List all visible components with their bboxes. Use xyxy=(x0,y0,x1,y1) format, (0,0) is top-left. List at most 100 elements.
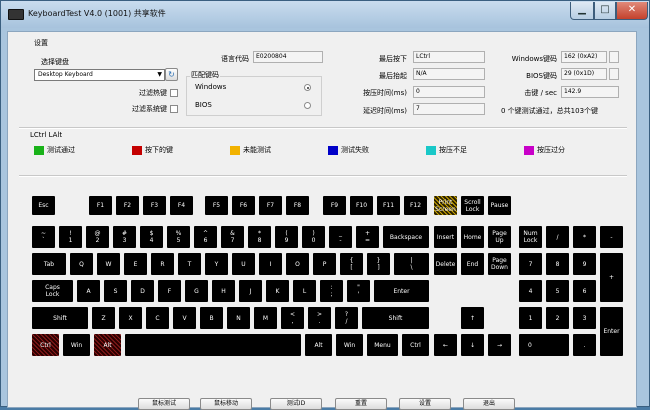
key-y[interactable]: Y xyxy=(205,253,228,275)
key-p[interactable]: P xyxy=(313,253,336,275)
key-semi[interactable]: : ; xyxy=(320,280,343,302)
key-pgup[interactable]: Page Up xyxy=(488,226,511,248)
key-n8[interactable]: 8 xyxy=(546,253,569,275)
key-lctrl[interactable]: Ctrl xyxy=(32,334,59,356)
key-f1[interactable]: F1 xyxy=(89,196,112,215)
key-c[interactable]: C xyxy=(146,307,169,329)
key-nminus[interactable]: - xyxy=(600,226,623,248)
key-o[interactable]: O xyxy=(286,253,309,275)
key-f[interactable]: F xyxy=(158,280,181,302)
key-nstar[interactable]: * xyxy=(573,226,596,248)
key-numlock[interactable]: Num Lock xyxy=(519,226,542,248)
key-d9[interactable]: ( 9 xyxy=(275,226,298,248)
key-left[interactable]: ← xyxy=(434,334,457,356)
key-pgdn[interactable]: Page Down xyxy=(488,253,511,275)
key-right[interactable]: → xyxy=(488,334,511,356)
key-d[interactable]: D xyxy=(131,280,154,302)
reset-button[interactable]: 重置 xyxy=(335,398,387,410)
key-ndot[interactable]: . xyxy=(573,334,596,356)
key-z[interactable]: Z xyxy=(92,307,115,329)
key-plus[interactable]: + = xyxy=(356,226,379,248)
key-e[interactable]: E xyxy=(124,253,147,275)
key-b[interactable]: B xyxy=(200,307,223,329)
key-w[interactable]: W xyxy=(97,253,120,275)
key-tilde[interactable]: ~ ` xyxy=(32,226,55,248)
maximize-button[interactable]: □ xyxy=(594,2,616,20)
key-nenter[interactable]: Enter xyxy=(600,307,623,356)
key-f8[interactable]: F8 xyxy=(286,196,309,215)
key-n6[interactable]: 6 xyxy=(573,280,596,302)
key-rwin[interactable]: Win xyxy=(336,334,363,356)
minimize-button[interactable]: ▁ xyxy=(570,2,594,20)
key-pause[interactable]: Pause xyxy=(488,196,511,215)
key-esc[interactable]: Esc xyxy=(32,196,55,215)
key-lbr[interactable]: { [ xyxy=(340,253,363,275)
key-comma[interactable]: < , xyxy=(281,307,304,329)
key-s[interactable]: S xyxy=(104,280,127,302)
key-n1[interactable]: 1 xyxy=(519,307,542,329)
key-q[interactable]: Q xyxy=(70,253,93,275)
key-n5[interactable]: 5 xyxy=(546,280,569,302)
key-n9[interactable]: 9 xyxy=(573,253,596,275)
bios-radio[interactable] xyxy=(304,102,311,109)
key-rctrl[interactable]: Ctrl xyxy=(402,334,429,356)
key-n[interactable]: N xyxy=(227,307,250,329)
key-g[interactable]: G xyxy=(185,280,208,302)
key-lshift[interactable]: Shift xyxy=(32,307,88,329)
key-m[interactable]: M xyxy=(254,307,277,329)
key-delete[interactable]: Delete xyxy=(434,253,457,275)
key-d7[interactable]: & 7 xyxy=(221,226,244,248)
key-d4[interactable]: $ 4 xyxy=(140,226,163,248)
key-tab[interactable]: Tab xyxy=(32,253,66,275)
key-d8[interactable]: * 8 xyxy=(248,226,271,248)
key-f9[interactable]: F9 xyxy=(323,196,346,215)
key-f3[interactable]: F3 xyxy=(143,196,166,215)
key-f6[interactable]: F6 xyxy=(232,196,255,215)
filter-syskeys-checkbox[interactable] xyxy=(170,105,178,113)
key-f11[interactable]: F11 xyxy=(377,196,400,215)
key-f2[interactable]: F2 xyxy=(116,196,139,215)
key-rbr[interactable]: } ] xyxy=(367,253,390,275)
key-l[interactable]: L xyxy=(293,280,316,302)
key-down[interactable]: ↓ xyxy=(461,334,484,356)
key-up[interactable]: ↑ xyxy=(461,307,484,329)
key-end[interactable]: End xyxy=(461,253,484,275)
key-r[interactable]: R xyxy=(151,253,174,275)
key-d2[interactable]: @ 2 xyxy=(86,226,109,248)
key-d0[interactable]: ) 0 xyxy=(302,226,325,248)
key-home[interactable]: Home xyxy=(461,226,484,248)
close-button[interactable]: ✕ xyxy=(616,2,648,20)
filter-hotkeys-checkbox[interactable] xyxy=(170,89,178,97)
mouse-test-button[interactable]: 鼠标测试 xyxy=(138,398,190,410)
key-slash[interactable]: ? / xyxy=(335,307,358,329)
windows-radio[interactable] xyxy=(304,84,311,91)
mouse-move-button[interactable]: 鼠标移动 xyxy=(200,398,252,410)
key-ralt[interactable]: Alt xyxy=(305,334,332,356)
key-f5[interactable]: F5 xyxy=(205,196,228,215)
exit-button[interactable]: 退出 xyxy=(463,398,515,410)
title-bar[interactable]: KeyboardTest V4.0 (1001) 共享软件 ▁ □ ✕ xyxy=(1,1,649,28)
key-d5[interactable]: % 5 xyxy=(167,226,190,248)
key-n4[interactable]: 4 xyxy=(519,280,542,302)
key-bslash[interactable]: | \ xyxy=(394,253,429,275)
key-period[interactable]: > . xyxy=(308,307,331,329)
key-a[interactable]: A xyxy=(77,280,100,302)
settings-button[interactable]: 设置 xyxy=(399,398,451,410)
test-id-button[interactable]: 测试ID xyxy=(270,398,322,410)
key-nplus[interactable]: + xyxy=(600,253,623,302)
key-n2[interactable]: 2 xyxy=(546,307,569,329)
key-d1[interactable]: ! 1 xyxy=(59,226,82,248)
key-j[interactable]: J xyxy=(239,280,262,302)
key-caps[interactable]: Caps Lock xyxy=(32,280,73,302)
key-k[interactable]: K xyxy=(266,280,289,302)
key-d6[interactable]: ^ 6 xyxy=(194,226,217,248)
key-i[interactable]: I xyxy=(259,253,282,275)
key-minus[interactable]: _ - xyxy=(329,226,352,248)
key-backspace[interactable]: Backspace xyxy=(383,226,429,248)
key-lwin[interactable]: Win xyxy=(63,334,90,356)
key-quote[interactable]: " ' xyxy=(347,280,370,302)
key-scroll[interactable]: Scroll Lock xyxy=(461,196,484,215)
key-f7[interactable]: F7 xyxy=(259,196,282,215)
key-n0[interactable]: 0 xyxy=(519,334,569,356)
keyboard-select[interactable]: Desktop Keyboard ▼ xyxy=(34,69,165,81)
